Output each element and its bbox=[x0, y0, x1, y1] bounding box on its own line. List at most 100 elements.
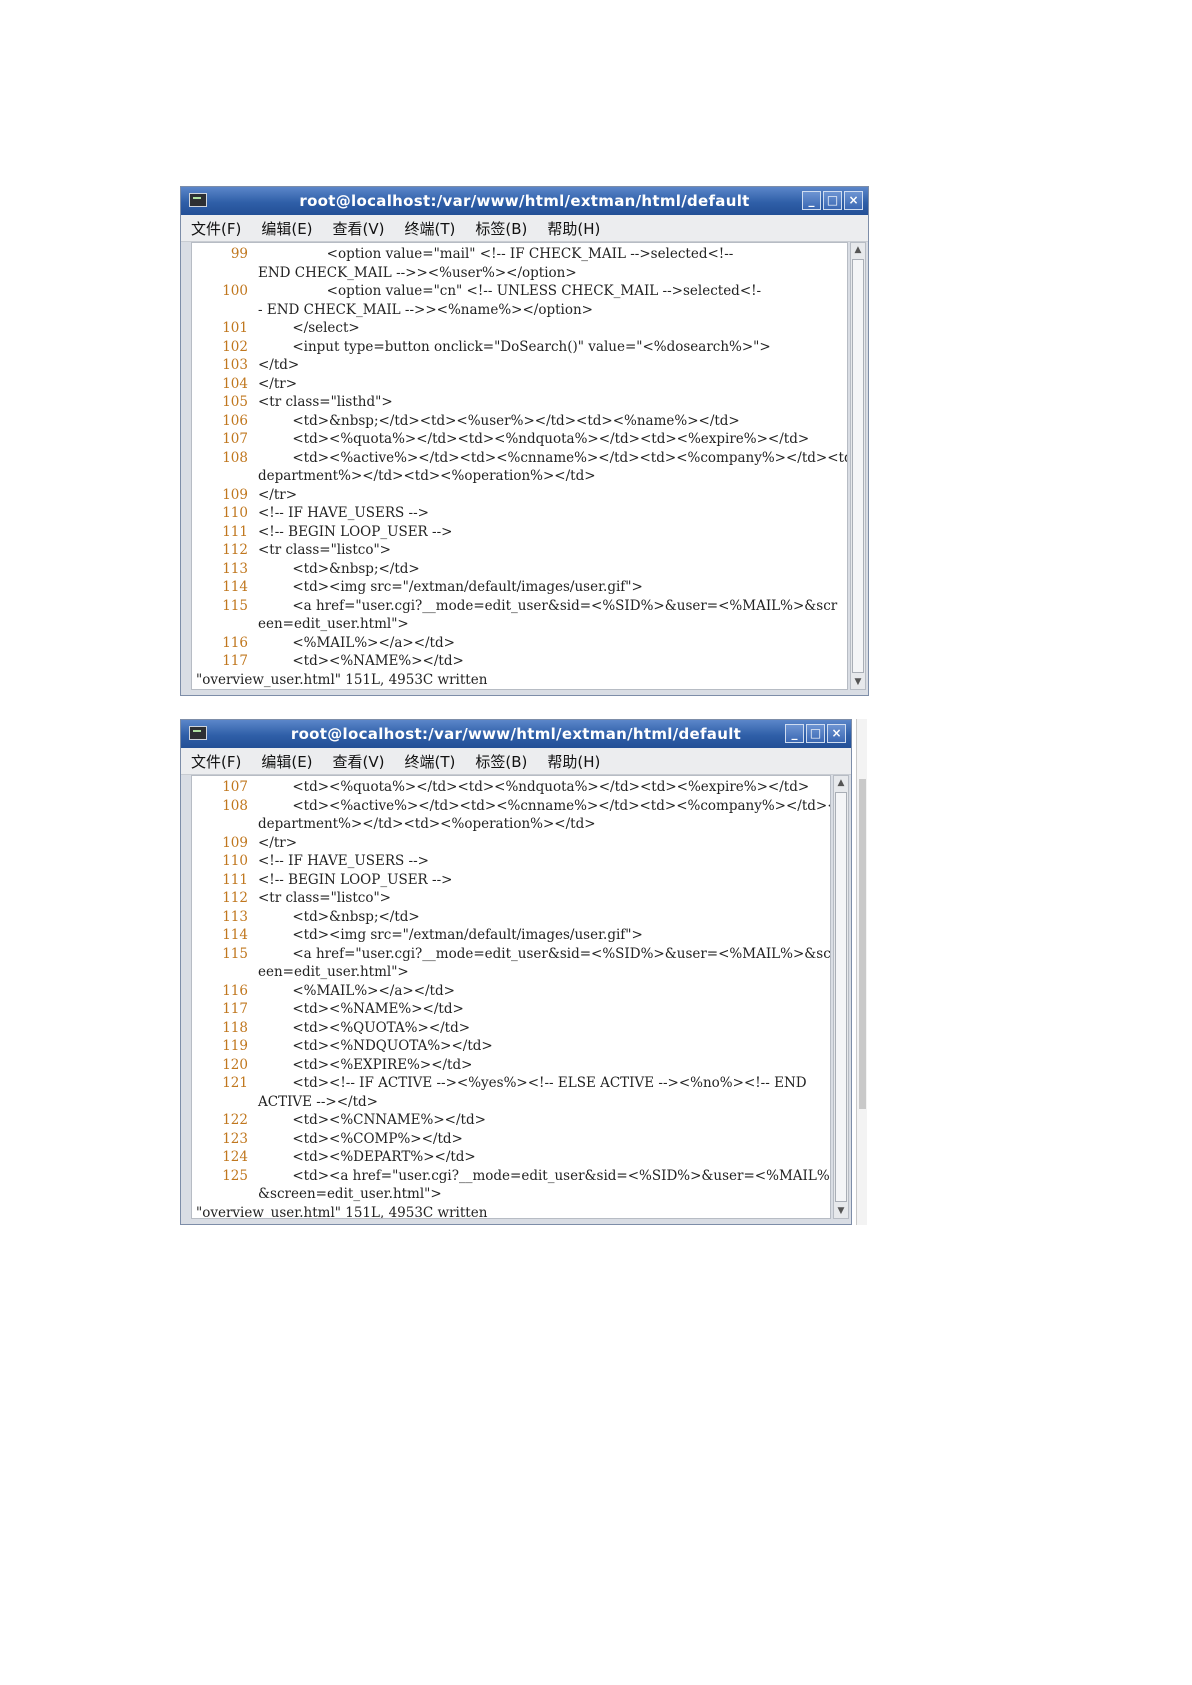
code-line: 125 <td><a href="user.cgi?__mode=edit_us… bbox=[196, 1167, 830, 1186]
code-area: 107 <td><%quota%></td><td><%ndquota%></t… bbox=[192, 776, 830, 1204]
line-text: <!-- IF HAVE_USERS --> bbox=[258, 853, 429, 869]
line-text: <td><%EXPIRE%></td> bbox=[258, 1056, 473, 1073]
line-number: 118 bbox=[222, 1019, 248, 1036]
code-line: - END CHECK_MAIL -->><%name%></option> bbox=[196, 301, 847, 320]
line-number: 112 bbox=[222, 890, 248, 906]
line-text: <option value="mail" <!-- IF CHECK_MAIL … bbox=[258, 246, 734, 262]
code-line: 110 <!-- IF HAVE_USERS --> bbox=[196, 852, 830, 871]
scroll-thumb[interactable] bbox=[852, 259, 864, 673]
line-number: 99 bbox=[230, 246, 248, 262]
menu-terminal[interactable]: 终端(T) bbox=[405, 751, 456, 772]
line-text: <td><%NDQUOTA%></td> bbox=[258, 1038, 493, 1054]
scroll-thumb[interactable] bbox=[835, 792, 847, 1202]
line-text: <%MAIL%></a></td> bbox=[258, 634, 455, 651]
line-number: 113 bbox=[222, 908, 248, 925]
line-text: <td><%active%></td><td><%cnname%></td><t… bbox=[258, 797, 831, 814]
line-text: <td>&nbsp;</td><td><%user%></td><td><%na… bbox=[258, 412, 740, 429]
code-line: 114 <td><img src="/extman/default/images… bbox=[196, 926, 830, 945]
line-number: 117 bbox=[222, 653, 248, 669]
code-line: 102 <input type=button onclick="DoSearch… bbox=[196, 338, 847, 357]
line-text: <a href="user.cgi?__mode=edit_user&sid=<… bbox=[258, 945, 831, 962]
scroll-down-icon[interactable]: ▼ bbox=[851, 675, 865, 689]
menu-view[interactable]: 查看(V) bbox=[333, 751, 385, 772]
line-number: 124 bbox=[222, 1149, 248, 1165]
menu-edit[interactable]: 编辑(E) bbox=[261, 751, 312, 772]
window-title: root@localhost:/var/www/html/extman/html… bbox=[299, 192, 750, 210]
code-line: 110 <!-- IF HAVE_USERS --> bbox=[196, 504, 847, 523]
line-text: <td><%QUOTA%></td> bbox=[258, 1019, 471, 1036]
menu-edit[interactable]: 编辑(E) bbox=[261, 218, 312, 239]
code-line: 107 <td><%quota%></td><td><%ndquota%></t… bbox=[196, 430, 847, 449]
code-line: 100 <option value="cn" <!-- UNLESS CHECK… bbox=[196, 282, 847, 301]
line-text: <td><a href="user.cgi?__mode=edit_user&s… bbox=[258, 1167, 831, 1184]
scroll-down-icon[interactable]: ▼ bbox=[834, 1204, 848, 1218]
menu-help[interactable]: 帮助(H) bbox=[547, 218, 600, 239]
code-line: 107 <td><%quota%></td><td><%ndquota%></t… bbox=[196, 778, 830, 797]
terminal-content[interactable]: 99 <option value="mail" <!-- IF CHECK_MA… bbox=[191, 242, 848, 690]
code-line: 103 </td> bbox=[196, 356, 847, 375]
line-text: </tr> bbox=[258, 375, 298, 392]
code-line: 116 <%MAIL%></a></td> bbox=[196, 634, 847, 653]
line-number: 123 bbox=[222, 1130, 248, 1147]
minimize-button[interactable]: _ bbox=[785, 724, 804, 743]
menu-terminal[interactable]: 终端(T) bbox=[405, 218, 456, 239]
close-button[interactable]: × bbox=[844, 191, 863, 210]
line-text: <!-- IF HAVE_USERS --> bbox=[258, 505, 429, 521]
menu-tabs[interactable]: 标签(B) bbox=[475, 751, 527, 772]
code-line: 111 <!-- BEGIN LOOP_USER --> bbox=[196, 523, 847, 542]
code-line: 111 <!-- BEGIN LOOP_USER --> bbox=[196, 871, 830, 890]
line-number: 114 bbox=[222, 927, 248, 943]
menu-file[interactable]: 文件(F) bbox=[191, 751, 241, 772]
menu-view[interactable]: 查看(V) bbox=[333, 218, 385, 239]
code-line: 118 <td><%QUOTA%></td> bbox=[196, 1019, 830, 1038]
menu-help[interactable]: 帮助(H) bbox=[547, 751, 600, 772]
scroll-up-icon[interactable]: ▲ bbox=[834, 776, 848, 790]
terminal-window-1[interactable]: root@localhost:/var/www/html/extman/html… bbox=[180, 186, 869, 696]
line-number: 108 bbox=[222, 449, 248, 466]
line-text: <td><%CNNAME%></td> bbox=[258, 1112, 486, 1128]
code-line: 114 <td><img src="/extman/default/images… bbox=[196, 578, 847, 597]
window-title: root@localhost:/var/www/html/extman/html… bbox=[290, 725, 742, 743]
vertical-scrollbar[interactable]: ▲ ▼ bbox=[833, 775, 849, 1219]
code-line: 121 <td><!-- IF ACTIVE --><%yes%><!-- EL… bbox=[196, 1074, 830, 1093]
menu-file[interactable]: 文件(F) bbox=[191, 218, 241, 239]
line-number: 105 bbox=[222, 394, 248, 410]
code-line: department%></td><td><%operation%></td> bbox=[196, 815, 830, 834]
maximize-button[interactable]: □ bbox=[823, 191, 842, 210]
scroll-up-icon[interactable]: ▲ bbox=[851, 243, 865, 257]
line-text: een=edit_user.html"> bbox=[258, 964, 409, 980]
code-line: 99 <option value="mail" <!-- IF CHECK_MA… bbox=[196, 245, 847, 264]
line-text: </tr> bbox=[258, 834, 298, 851]
line-number: 120 bbox=[222, 1056, 248, 1073]
close-button[interactable]: × bbox=[827, 724, 846, 743]
line-text: <td>&nbsp;</td> bbox=[258, 560, 420, 577]
vertical-scrollbar[interactable]: ▲ ▼ bbox=[850, 242, 866, 690]
menu-bar: 文件(F) 编辑(E) 查看(V) 终端(T) 标签(B) 帮助(H) bbox=[181, 748, 851, 775]
line-text: <td><%COMP%></td> bbox=[258, 1130, 463, 1147]
line-number: 119 bbox=[222, 1038, 248, 1054]
document-scroll-thumb[interactable] bbox=[859, 779, 866, 1109]
code-line: 104 </tr> bbox=[196, 375, 847, 394]
title-bar[interactable]: root@localhost:/var/www/html/extman/html… bbox=[181, 187, 868, 215]
code-line: 101 </select> bbox=[196, 319, 847, 338]
menu-tabs[interactable]: 标签(B) bbox=[475, 218, 527, 239]
code-line: 119 <td><%NDQUOTA%></td> bbox=[196, 1037, 830, 1056]
line-text: <!-- BEGIN LOOP_USER --> bbox=[258, 523, 453, 540]
line-text: </td> bbox=[258, 357, 300, 373]
code-line: 108 <td><%active%></td><td><%cnname%></t… bbox=[196, 449, 847, 468]
line-text: <td><%quota%></td><td><%ndquota%></td><t… bbox=[258, 779, 810, 795]
line-number: 111 bbox=[222, 523, 248, 540]
line-number: 125 bbox=[222, 1167, 248, 1184]
document-scrollbar[interactable] bbox=[856, 719, 867, 1225]
line-number: 115 bbox=[222, 945, 248, 962]
line-number: 112 bbox=[222, 542, 248, 558]
title-bar[interactable]: root@localhost:/var/www/html/extman/html… bbox=[181, 720, 851, 748]
terminal-content[interactable]: 107 <td><%quota%></td><td><%ndquota%></t… bbox=[191, 775, 831, 1219]
line-number: 122 bbox=[222, 1112, 248, 1128]
line-text: ACTIVE --></td> bbox=[258, 1093, 378, 1110]
terminal-window-2[interactable]: root@localhost:/var/www/html/extman/html… bbox=[180, 719, 852, 1225]
maximize-button[interactable]: □ bbox=[806, 724, 825, 743]
minimize-button[interactable]: _ bbox=[802, 191, 821, 210]
line-text: <td><img src="/extman/default/images/use… bbox=[258, 927, 643, 943]
line-text: <td><%quota%></td><td><%ndquota%></td><t… bbox=[258, 431, 810, 447]
